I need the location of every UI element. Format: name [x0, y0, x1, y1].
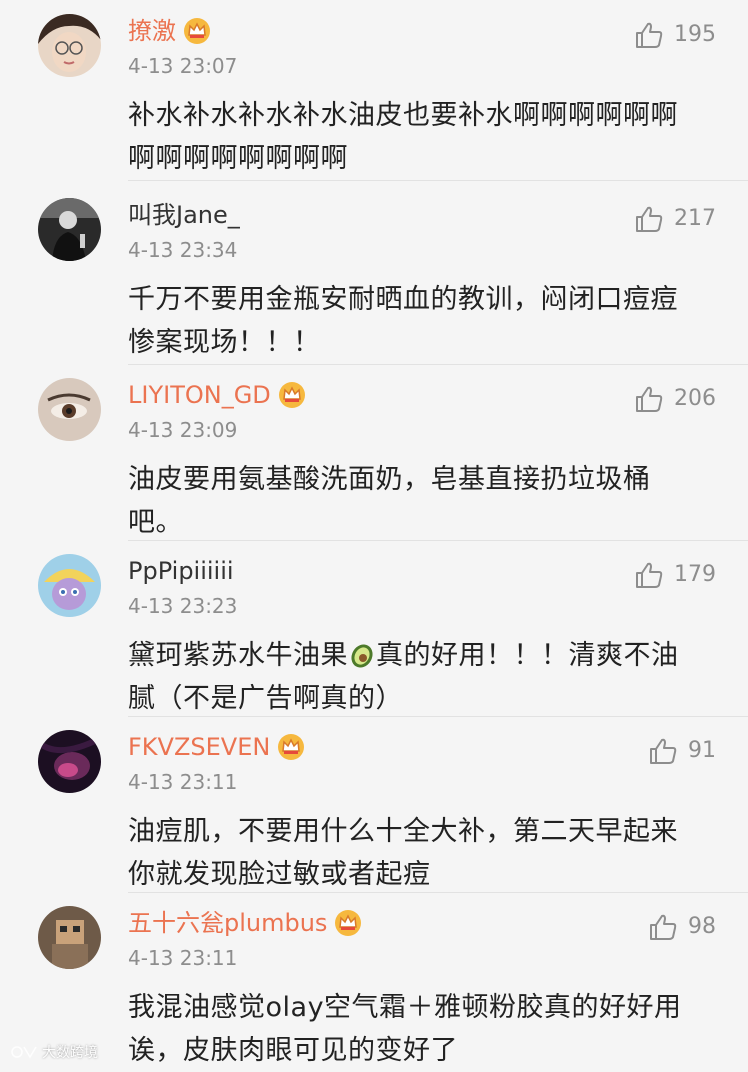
like-button[interactable]: 179 [634, 560, 716, 590]
crown-icon [184, 18, 210, 44]
comment-text: 补水补水补水补水油皮也要补水啊啊啊啊啊啊 啊啊啊啊啊啊啊啊 [128, 94, 708, 180]
username-text[interactable]: 五十六瓮plumbus [128, 907, 327, 939]
comment-line: 腻（不是广告啊真的） [128, 683, 403, 714]
comment-time: 4-13 23:23 [128, 594, 238, 618]
username[interactable]: 五十六瓮plumbus [128, 907, 363, 939]
avatar[interactable] [38, 554, 101, 617]
divider [128, 716, 748, 717]
comment-line: 油痘肌，不要用什么十全大补，第二天早起来 [128, 816, 678, 847]
comment-text: 黛珂紫苏水牛油果 真的好用！！！清爽不油 腻（不是广告啊真的） [128, 634, 708, 720]
comment-time: 4-13 23:34 [128, 238, 238, 262]
divider [128, 364, 748, 365]
comment-time: 4-13 23:09 [128, 418, 238, 442]
username[interactable]: 叫我Jane_ [128, 199, 240, 231]
divider [128, 540, 748, 541]
like-count: 206 [674, 386, 716, 411]
avatar[interactable] [38, 198, 101, 261]
like-count: 217 [674, 206, 716, 231]
comment-line: 啊啊啊啊啊啊啊啊 [128, 143, 348, 174]
comment-segment: 黛珂紫苏水牛油果 [128, 640, 348, 671]
comment-line: 你就发现脸过敏或者起痘 [128, 859, 431, 890]
like-button[interactable]: 217 [634, 204, 716, 234]
comment-text: 我混油感觉olay空气霜＋雅顿粉胶真的好好用 诶，皮肤肉眼可见的变好了 [128, 986, 708, 1072]
comment-item: 叫我Jane_ 4-13 23:34 217 千万不要用金瓶安耐晒血的教训，闷闭… [0, 198, 748, 364]
crown-icon [278, 734, 305, 760]
comment-time: 4-13 23:07 [128, 54, 238, 78]
thumbs-up-icon [636, 386, 663, 412]
comment-text: 油痘肌，不要用什么十全大补，第二天早起来 你就发现脸过敏或者起痘 [128, 810, 708, 896]
comment-item: 撩激 4-13 23:07 195 补水补水补水补水油皮也要补水啊啊啊啊啊啊 啊… [0, 14, 748, 184]
thumbs-up-icon [636, 562, 663, 588]
username[interactable]: 撩激 [128, 15, 212, 47]
avatar[interactable] [38, 906, 101, 969]
comment-line: 油皮要用氨基酸洗面奶，皂基直接扔垃圾桶 [128, 464, 651, 495]
comment-segment: 真的好用！！！清爽不油 [376, 640, 679, 671]
avocado-icon [351, 644, 373, 668]
crown-icon [278, 382, 305, 408]
username[interactable]: FKVZSEVEN [128, 731, 306, 763]
thumbs-up-icon [650, 914, 677, 940]
comment-text: 千万不要用金瓶安耐晒血的教训，闷闭口痘痘 惨案现场！！！ [128, 278, 708, 364]
comment-line: 吧。 [128, 507, 183, 538]
comment-line: 惨案现场！！！ [128, 327, 321, 358]
crown-icon [335, 910, 362, 936]
like-button[interactable]: 98 [648, 912, 716, 942]
like-count: 195 [674, 22, 716, 47]
thumbs-up-icon [636, 206, 663, 232]
watermark-text: 大数跨境 [42, 1045, 98, 1061]
username[interactable]: LIYITON_GD [128, 379, 307, 411]
like-button[interactable]: 91 [648, 736, 716, 766]
username-text[interactable]: LIYITON_GD [128, 379, 271, 411]
comment-item: 五十六瓮plumbus 4-13 23:11 98 我混油感觉olay空气霜＋雅… [0, 906, 748, 1072]
comment-line: 黛珂紫苏水牛油果 真的好用！！！清爽不油 [128, 634, 708, 677]
like-count: 98 [688, 914, 716, 939]
comment-text: 油皮要用氨基酸洗面奶，皂基直接扔垃圾桶 吧。 [128, 458, 708, 544]
username-text[interactable]: PpPipiiiiii [128, 555, 234, 587]
username[interactable]: PpPipiiiiii [128, 555, 234, 587]
comment-line: 千万不要用金瓶安耐晒血的教训，闷闭口痘痘 [128, 284, 678, 315]
comment-line: 诶，皮肤肉眼可见的变好了 [128, 1035, 458, 1066]
like-count: 179 [674, 562, 716, 587]
username-text[interactable]: 撩激 [128, 15, 176, 47]
username-text[interactable]: FKVZSEVEN [128, 731, 270, 763]
avatar[interactable] [38, 14, 101, 77]
comment-time: 4-13 23:11 [128, 946, 238, 970]
divider [128, 180, 748, 181]
watermark: 大数跨境 [10, 1042, 98, 1062]
avatar[interactable] [38, 378, 101, 441]
comment-line: 补水补水补水补水油皮也要补水啊啊啊啊啊啊 [128, 100, 678, 131]
username-text[interactable]: 叫我Jane_ [128, 199, 240, 231]
comment-line: 我混油感觉olay空气霜＋雅顿粉胶真的好好用 [128, 992, 682, 1023]
thumbs-up-icon [650, 738, 677, 764]
like-count: 91 [688, 738, 716, 763]
thumbs-up-icon [636, 22, 663, 48]
comment-time: 4-13 23:11 [128, 770, 238, 794]
comment-item: PpPipiiiiii 4-13 23:23 179 黛珂紫苏水牛油果 真的好用！… [0, 554, 748, 716]
comment-item: LIYITON_GD 4-13 23:09 206 油皮要用氨基酸洗面奶，皂基直… [0, 378, 748, 540]
divider [128, 892, 748, 893]
like-button[interactable]: 195 [634, 20, 716, 50]
avatar[interactable] [38, 730, 101, 793]
logo-icon [11, 1046, 37, 1059]
comment-item: FKVZSEVEN 4-13 23:11 91 油痘肌，不要用什么十全大补，第二… [0, 730, 748, 892]
like-button[interactable]: 206 [634, 384, 716, 414]
